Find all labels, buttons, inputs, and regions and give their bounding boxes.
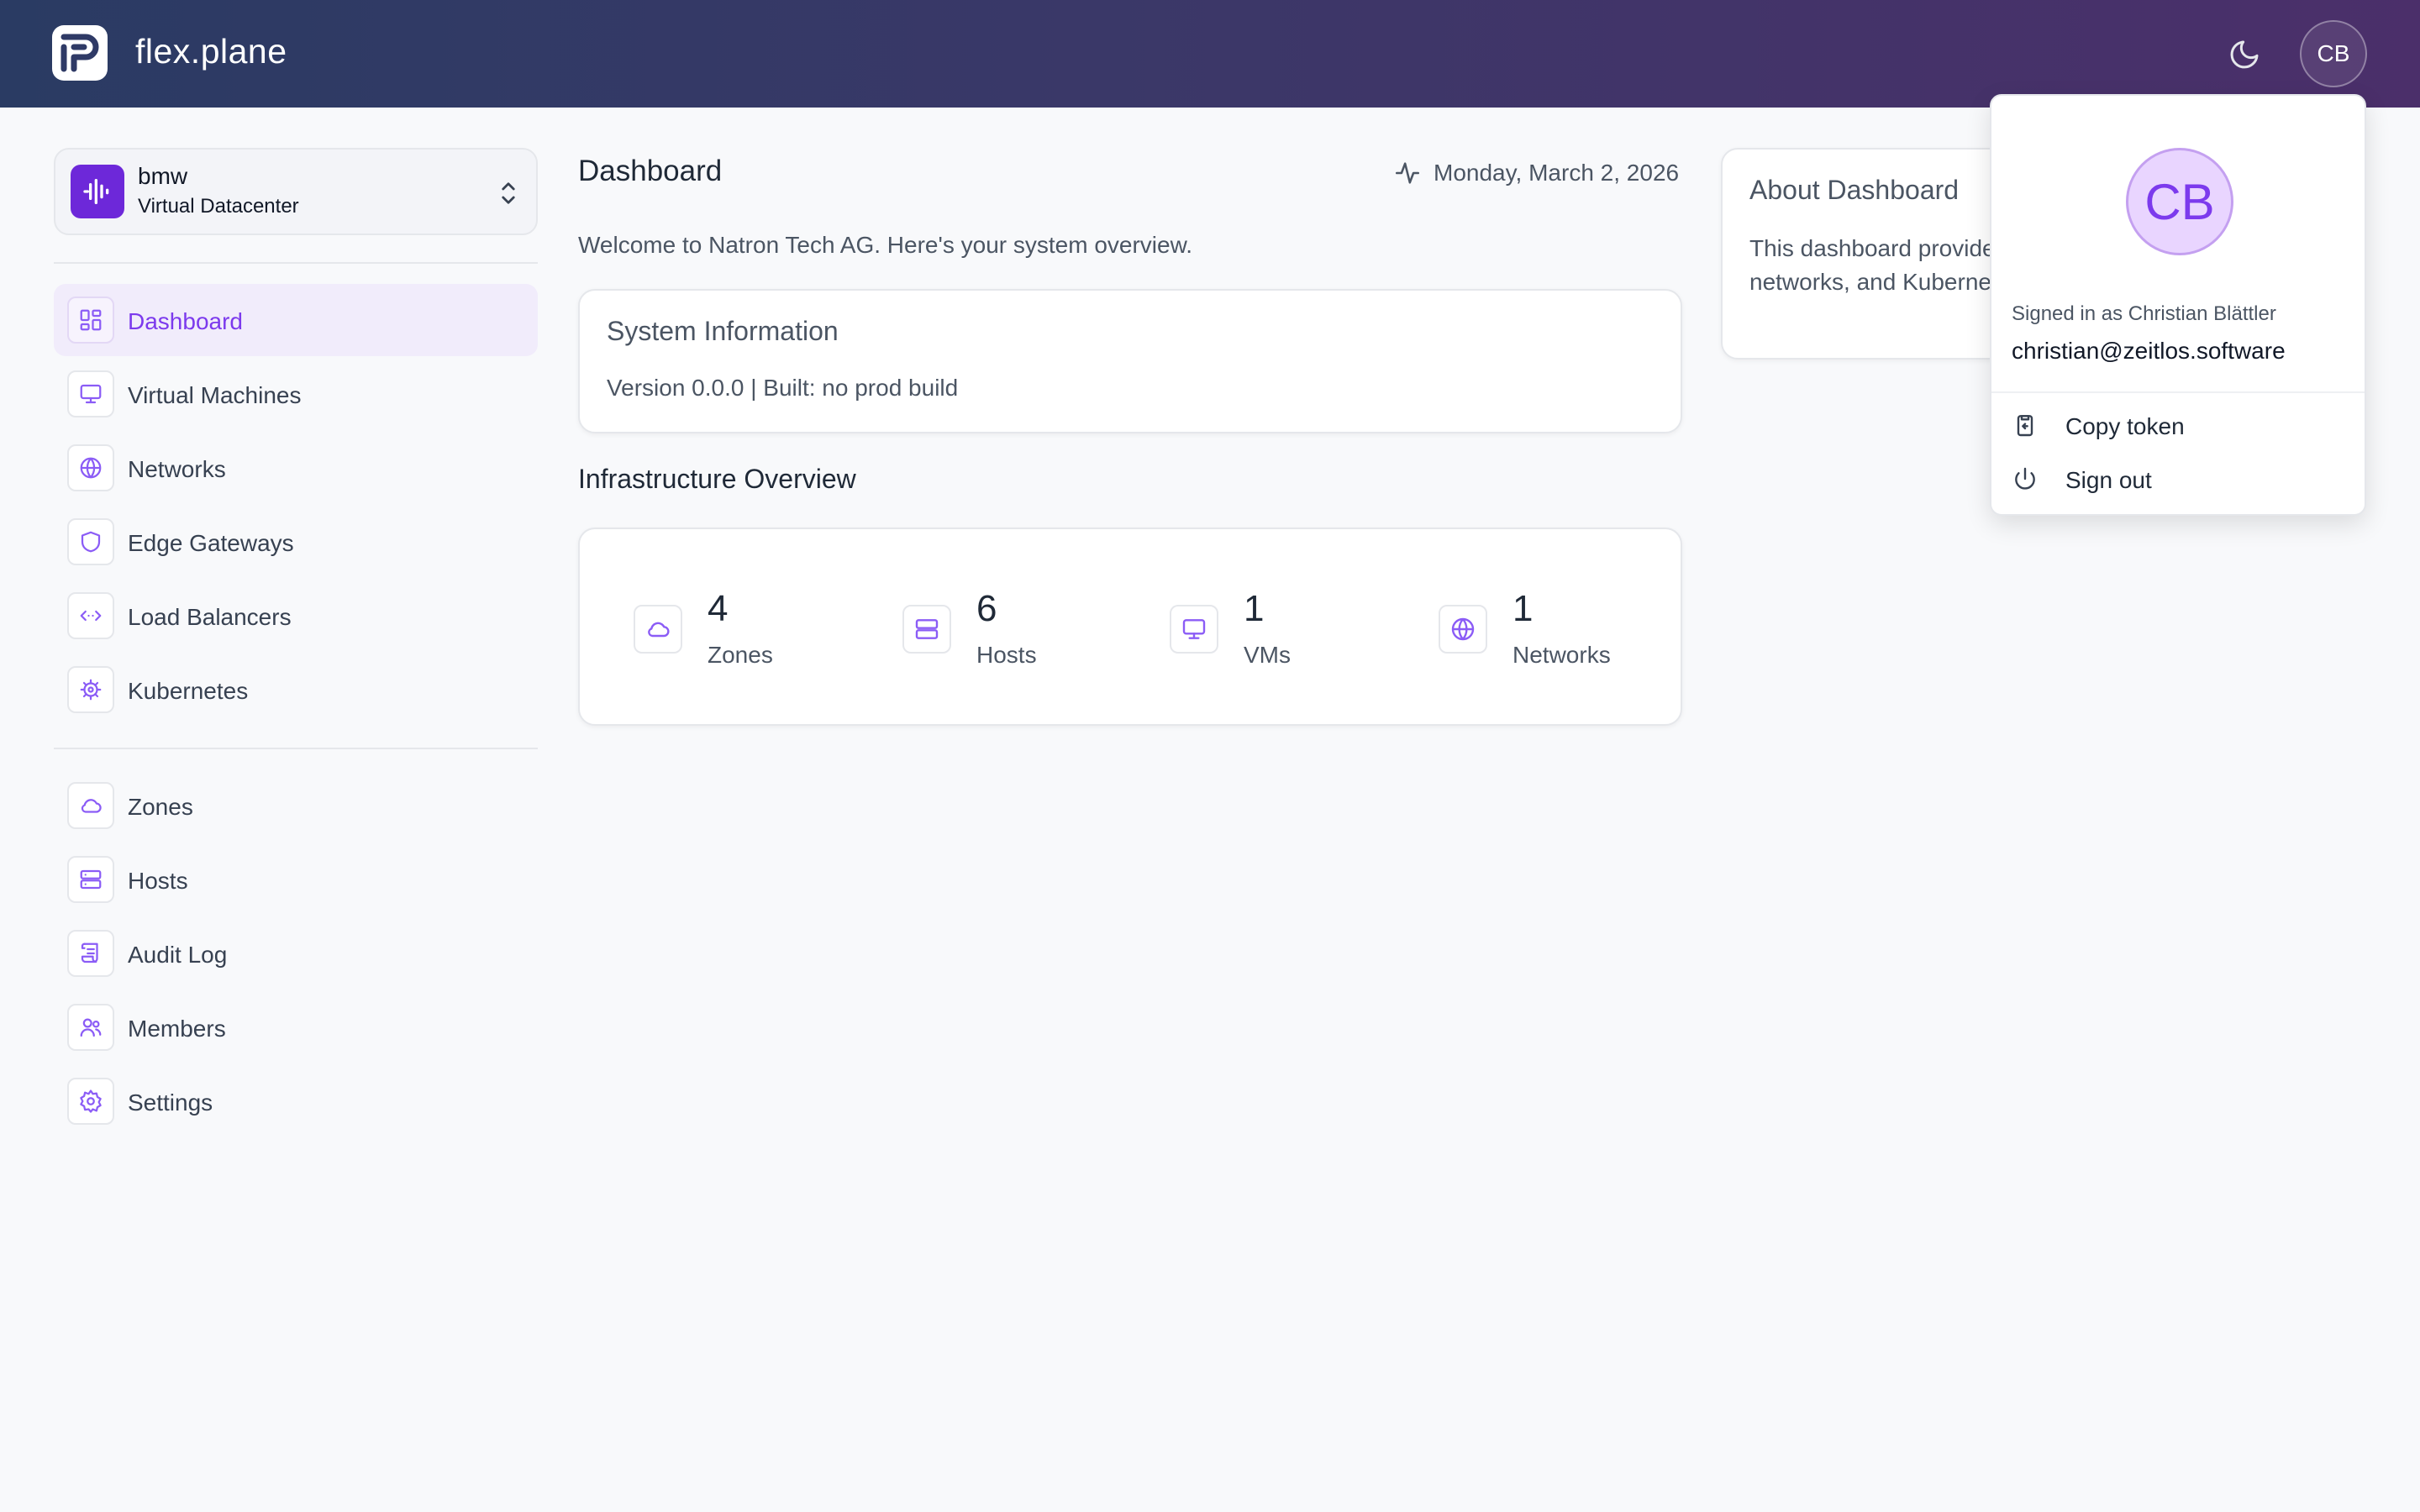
sidebar-item-label: Settings [128, 1089, 213, 1116]
clipboard-icon [2017, 415, 2033, 437]
date-text: Monday, March 2, 2026 [1434, 160, 1680, 186]
sidebar-item-label: Dashboard [128, 308, 243, 334]
sidebar-divider [54, 748, 538, 749]
about-dashboard-title: About Dashboard [1749, 175, 1960, 205]
stat-value: 6 [976, 588, 997, 629]
stat-zones[interactable]: 4 Zones [580, 529, 849, 727]
infrastructure-overview-title: Infrastructure Overview [578, 464, 856, 494]
sidebar-item-label: Virtual Machines [128, 382, 302, 408]
sidebar-item-zones[interactable]: Zones [54, 769, 538, 842]
sidebar-item-dashboard[interactable]: Dashboard [54, 284, 538, 356]
menu-item-label: Sign out [2065, 467, 2152, 493]
stat-value: 1 [1512, 588, 1534, 629]
helm-icon [67, 666, 114, 713]
scroll-icon [67, 930, 114, 977]
cloud-icon [67, 782, 114, 829]
stat-hosts[interactable]: 6 Hosts [849, 529, 1118, 727]
copy-token-menu-item[interactable]: Copy token [1991, 400, 2365, 450]
sidebar-item-label: Edge Gateways [128, 530, 294, 556]
moon-icon [2230, 40, 2259, 69]
vdc-name: bmw [138, 163, 188, 189]
stat-label: Networks [1512, 642, 1611, 668]
theme-toggle-button[interactable] [2223, 34, 2265, 76]
sidebar-item-label: Audit Log [128, 942, 228, 968]
sidebar-item-hosts[interactable]: Hosts [54, 843, 538, 916]
system-information-title: System Information [607, 316, 839, 346]
user-avatar-button[interactable]: CB [2300, 20, 2367, 87]
date-display: Monday, March 2, 2026 [1393, 156, 1679, 190]
waveform-icon [71, 165, 124, 218]
stat-label: Hosts [976, 642, 1037, 668]
menu-item-label: Copy token [2065, 413, 2185, 439]
sign-out-menu-item[interactable]: Sign out [1991, 454, 2365, 504]
stat-value: 1 [1244, 588, 1265, 629]
sidebar-item-audit-log[interactable]: Audit Log [54, 917, 538, 990]
version-text: Version 0.0.0 | Built: no prod build [607, 375, 959, 401]
chevron-up-down-icon [502, 182, 515, 204]
vdc-type: Virtual Datacenter [138, 195, 299, 218]
cloud-icon [634, 605, 682, 654]
sidebar-item-networks[interactable]: Networks [54, 432, 538, 504]
gear-icon [67, 1078, 114, 1125]
sidebar-item-virtual-machines[interactable]: Virtual Machines [54, 358, 538, 430]
sidebar-item-edge-gateways[interactable]: Edge Gateways [54, 506, 538, 578]
brand-name: flex.plane [135, 32, 287, 71]
stat-networks[interactable]: 1 Networks [1385, 529, 1670, 727]
stat-vms[interactable]: 1 VMs [1116, 529, 1385, 727]
code-arrows-icon [67, 592, 114, 639]
server-icon [67, 856, 114, 903]
stat-label: Zones [708, 642, 773, 668]
sidebar-item-load-balancers[interactable]: Load Balancers [54, 580, 538, 652]
sidebar-item-label: Zones [128, 794, 193, 820]
welcome-text: Welcome to Natron Tech AG. Here's your s… [578, 232, 1193, 258]
server-icon [902, 605, 951, 654]
sidebar-item-label: Kubernetes [128, 678, 249, 704]
top-bar: flex.plane CB [0, 0, 2420, 108]
signed-in-text: Signed in as Christian Blättler [2012, 302, 2276, 325]
monitor-icon [1170, 605, 1218, 654]
sidebar-item-label: Members [128, 1016, 226, 1042]
power-icon [2015, 467, 2035, 490]
sidebar-item-members[interactable]: Members [54, 991, 538, 1063]
stat-value: 4 [708, 588, 729, 629]
globe-icon [67, 444, 114, 491]
sidebar-item-settings[interactable]: Settings [54, 1065, 538, 1137]
user-menu-avatar: CB [2126, 148, 2233, 255]
flexplane-logo-icon[interactable] [52, 25, 108, 81]
sidebar-divider [54, 262, 538, 264]
sidebar-item-label: Hosts [128, 868, 188, 894]
globe-icon [1439, 605, 1487, 654]
stat-label: VMs [1244, 642, 1291, 668]
user-menu-dropdown: CB Signed in as Christian Blättler chris… [1990, 94, 2366, 516]
shield-icon [67, 518, 114, 565]
system-information-card: System Information Version 0.0.0 | Built… [578, 289, 1682, 433]
user-email: christian@zeitlos.software [2012, 338, 2286, 364]
activity-icon [1395, 162, 1420, 184]
sidebar-item-label: Networks [128, 456, 226, 482]
infrastructure-overview-card: 4 Zones 6 Hosts 1 VMs 1 Networks [578, 528, 1682, 726]
sidebar-item-label: Load Balancers [128, 604, 292, 630]
dashboard-icon [67, 297, 114, 344]
page-title: Dashboard [578, 155, 723, 187]
monitor-icon [67, 370, 114, 417]
sidebar-item-kubernetes[interactable]: Kubernetes [54, 654, 538, 726]
menu-divider [1991, 391, 2365, 393]
vdc-switcher[interactable]: bmw Virtual Datacenter [54, 148, 538, 235]
users-icon [67, 1004, 114, 1051]
